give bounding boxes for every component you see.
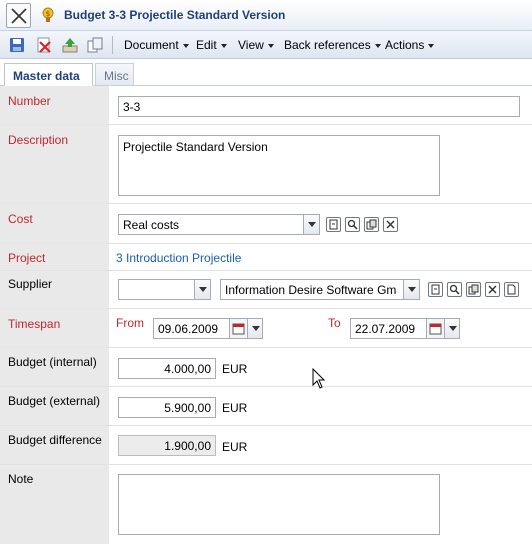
row-divider	[0, 386, 532, 387]
mouse-pointer-icon	[312, 368, 326, 389]
menu-edit[interactable]: Edit	[196, 38, 227, 52]
to-date-input[interactable]: 22.07.2009	[350, 318, 427, 339]
budget-external-input[interactable]: 5.900,00	[118, 397, 216, 418]
number-input[interactable]: 3-3	[118, 96, 520, 117]
budget-difference-unit: EUR	[222, 440, 248, 454]
supplier-type-dropdown-button[interactable]	[194, 279, 211, 300]
to-date-dropdown-button[interactable]	[444, 318, 460, 339]
master-data-form: Number 3-3 Description Projectile Standa…	[0, 86, 532, 544]
from-label: From	[116, 316, 144, 330]
note-textarea[interactable]	[118, 474, 440, 535]
supplier-type-select[interactable]	[118, 279, 195, 300]
to-calendar-button[interactable]	[427, 318, 445, 339]
toolbar-separator	[112, 36, 113, 54]
row-divider	[0, 425, 532, 426]
budget-external-label: Budget (external)	[8, 394, 101, 408]
menu-document[interactable]: Document	[124, 38, 189, 52]
row-divider	[0, 243, 532, 244]
supplier-search-icon[interactable]	[447, 282, 462, 297]
from-calendar-button[interactable]	[230, 318, 248, 339]
supplier-dropdown-button[interactable]	[403, 279, 420, 300]
supplier-new-icon[interactable]	[428, 282, 443, 297]
row-divider	[0, 203, 532, 204]
budget-difference-value: 1.900,00	[118, 435, 216, 456]
description-label: Description	[8, 133, 69, 147]
budget-internal-unit: EUR	[222, 362, 248, 376]
supplier-clear-icon[interactable]	[485, 282, 500, 297]
tab-master-data[interactable]: Master data	[4, 63, 93, 86]
window-title: Budget 3-3 Projectile Standard Version	[64, 8, 286, 22]
row-divider	[0, 308, 532, 309]
calendar-icon	[232, 323, 245, 335]
cost-search-icon[interactable]	[345, 217, 360, 232]
title-bar: $ Budget 3-3 Projectile Standard Version	[0, 0, 532, 31]
supplier-document-icon[interactable]	[504, 282, 519, 297]
cost-label: Cost	[8, 212, 33, 226]
supplier-copy-icon[interactable]	[466, 282, 481, 297]
note-label: Note	[8, 472, 34, 486]
save-icon[interactable]	[9, 37, 25, 53]
row-divider	[0, 464, 532, 465]
menu-back-references[interactable]: Back references	[284, 38, 381, 52]
calendar-icon	[429, 323, 442, 335]
description-textarea[interactable]: Projectile Standard Version	[118, 135, 440, 196]
row-divider	[0, 270, 532, 271]
project-link[interactable]: 3 Introduction Projectile	[116, 251, 241, 265]
cost-select[interactable]: Real costs	[118, 214, 304, 235]
number-label: Number	[8, 94, 51, 108]
supplier-label: Supplier	[8, 277, 53, 291]
supplier-select[interactable]: Information Desire Software Gm	[220, 279, 404, 300]
from-date-input[interactable]: 09.06.2009	[153, 318, 230, 339]
budget-external-unit: EUR	[222, 401, 248, 415]
cost-clear-icon[interactable]	[383, 217, 398, 232]
menu-view[interactable]: View	[238, 38, 274, 52]
timespan-label: Timespan	[8, 317, 61, 331]
budget-difference-label: Budget difference	[8, 433, 102, 447]
cost-dropdown-button[interactable]	[303, 214, 320, 235]
budget-internal-label: Budget (internal)	[8, 355, 97, 369]
row-divider	[0, 124, 532, 125]
cost-copy-icon[interactable]	[364, 217, 379, 232]
row-divider	[0, 347, 532, 348]
budget-icon: $	[42, 7, 54, 22]
budget-internal-input[interactable]: 4.000,00	[118, 358, 216, 379]
close-button[interactable]	[6, 3, 31, 28]
close-icon	[11, 8, 27, 24]
copy-icon[interactable]	[87, 37, 103, 53]
upload-icon[interactable]	[62, 37, 78, 53]
delete-icon[interactable]	[36, 37, 52, 53]
menu-actions[interactable]: Actions	[385, 38, 435, 52]
from-date-dropdown-button[interactable]	[247, 318, 263, 339]
svg-text:$: $	[46, 10, 50, 18]
project-label: Project	[8, 251, 46, 265]
tab-misc[interactable]: Misc	[95, 63, 134, 86]
toolbar: Document Edit View Back references Actio…	[0, 31, 532, 59]
tab-bar: Master data Misc	[0, 59, 532, 86]
to-label: To	[328, 316, 341, 330]
cost-new-icon[interactable]	[326, 217, 341, 232]
